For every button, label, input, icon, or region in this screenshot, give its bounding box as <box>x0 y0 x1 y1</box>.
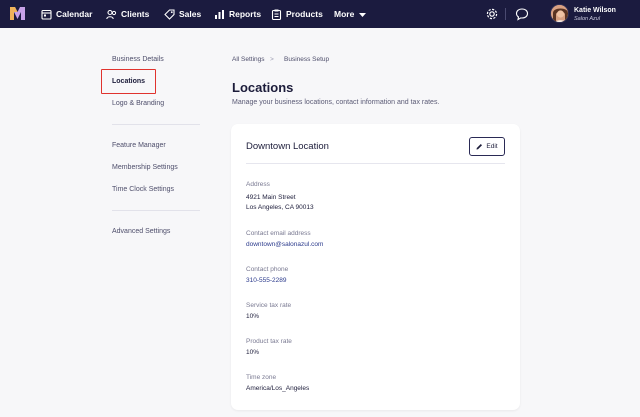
top-navigation-bar: Calendar Clients Sales Reports Products … <box>0 0 640 28</box>
nav-calendar-label: Calendar <box>56 9 93 19</box>
nav-products[interactable]: Products <box>271 0 323 28</box>
user-photo-icon <box>551 5 568 22</box>
page-title: Locations <box>232 80 294 95</box>
chat-icon[interactable] <box>515 7 529 21</box>
service-tax-label: Service tax rate <box>246 302 292 309</box>
sidebar-item-membership-settings[interactable]: Membership Settings <box>112 164 178 171</box>
breadcrumb-current: Business Setup <box>284 56 330 63</box>
product-tax-value: 10% <box>246 349 260 356</box>
sidebar-item-logo-branding[interactable]: Logo & Branding <box>112 100 164 107</box>
pencil-icon <box>476 144 483 150</box>
sidebar-item-business-details[interactable]: Business Details <box>112 56 164 63</box>
nav-clients-label: Clients <box>121 9 150 19</box>
email-label: Contact email address <box>246 230 311 237</box>
location-card: Downtown Location Edit Address 4921 Main… <box>231 124 520 410</box>
address-label: Address <box>246 181 270 188</box>
phone-label: Contact phone <box>246 266 289 273</box>
clients-icon <box>106 9 117 19</box>
user-business-name: Salon Azul <box>574 16 601 22</box>
address-line1: 4921 Main Street <box>246 194 296 201</box>
nav-divider <box>505 8 506 20</box>
phone-link[interactable]: 310-555-2289 <box>246 277 286 284</box>
nav-more-label: More <box>334 9 355 19</box>
product-tax-label: Product tax rate <box>246 338 292 345</box>
calendar-icon <box>41 9 52 20</box>
edit-button-label: Edit <box>486 143 498 150</box>
caret-down-icon <box>359 12 367 17</box>
sidebar-divider <box>112 210 200 211</box>
breadcrumb-separator-icon: > <box>270 56 274 63</box>
sidebar-item-feature-manager[interactable]: Feature Manager <box>112 142 166 149</box>
sidebar-item-advanced-settings[interactable]: Advanced Settings <box>112 228 170 235</box>
nav-sales-label: Sales <box>179 9 202 19</box>
timezone-label: Time zone <box>246 374 277 381</box>
address-line2: Los Angeles, CA 90013 <box>246 204 314 211</box>
sidebar-divider <box>112 124 200 125</box>
app-logo-icon[interactable] <box>10 7 25 20</box>
clipboard-icon <box>271 9 282 20</box>
location-name: Downtown Location <box>246 141 329 152</box>
breadcrumb-all-settings[interactable]: All Settings <box>232 56 265 63</box>
service-tax-value: 10% <box>246 313 260 320</box>
nav-reports[interactable]: Reports <box>214 0 261 28</box>
card-divider <box>246 163 505 164</box>
nav-clients[interactable]: Clients <box>106 0 149 28</box>
email-link[interactable]: downtown@salonazul.com <box>246 241 323 248</box>
gear-icon[interactable] <box>485 7 499 21</box>
avatar[interactable] <box>550 4 569 23</box>
sidebar-item-time-clock-settings[interactable]: Time Clock Settings <box>112 186 174 193</box>
nav-products-label: Products <box>286 9 323 19</box>
nav-calendar[interactable]: Calendar <box>41 0 92 28</box>
tag-icon <box>164 8 175 20</box>
user-name[interactable]: Katie Wilson <box>574 7 616 14</box>
nav-sales[interactable]: Sales <box>164 0 201 28</box>
sidebar-item-locations[interactable]: Locations <box>112 78 145 85</box>
bar-chart-icon <box>215 9 224 19</box>
nav-more[interactable]: More <box>334 0 367 28</box>
nav-reports-label: Reports <box>229 9 262 19</box>
edit-button[interactable]: Edit <box>469 137 505 156</box>
timezone-value: America/Los_Angeles <box>246 385 310 392</box>
page-subtitle: Manage your business locations, contact … <box>232 99 440 106</box>
